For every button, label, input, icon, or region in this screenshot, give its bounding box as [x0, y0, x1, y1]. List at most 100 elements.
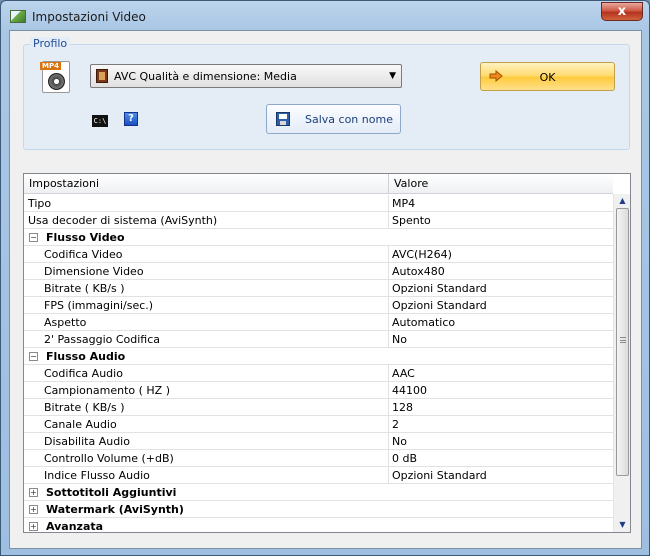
expand-icon[interactable]: + [29, 488, 38, 497]
category-label: Flusso Audio [46, 350, 126, 363]
scroll-up-icon[interactable]: ▲ [614, 194, 630, 208]
column-divider [388, 280, 389, 297]
property-row[interactable]: FPS (immagini/sec.) Opzioni Standard [24, 297, 613, 314]
column-divider [388, 467, 389, 484]
property-name: Codifica Audio [44, 367, 123, 380]
expand-icon[interactable]: + [29, 505, 38, 514]
property-value[interactable]: Automatico [392, 316, 455, 329]
close-button[interactable]: x [601, 2, 643, 21]
property-row[interactable]: Dimensione Video Autox480 [24, 263, 613, 280]
property-name: Bitrate ( KB/s ) [44, 282, 125, 295]
property-name: 2' Passaggio Codifica [44, 333, 161, 346]
property-row[interactable]: Tipo MP4 [24, 195, 613, 212]
title-bar[interactable]: Impostazioni Video x [1, 1, 649, 29]
help-icon[interactable]: ? [124, 112, 138, 126]
property-row[interactable]: Bitrate ( KB/s ) Opzioni Standard [24, 280, 613, 297]
save-as-label: Salva con nome [305, 113, 393, 126]
floppy-disk-icon [276, 112, 290, 126]
scroll-thumb[interactable] [616, 208, 629, 476]
property-value[interactable]: 128 [392, 401, 413, 414]
save-as-button[interactable]: Salva con nome [266, 104, 401, 134]
property-row[interactable]: Aspetto Automatico [24, 314, 613, 331]
mp4-format-icon: MP4 [40, 61, 70, 93]
property-name: Usa decoder di sistema (AviSynth) [28, 214, 218, 227]
category-row[interactable]: + Sottotitoli Aggiuntivi [24, 484, 613, 501]
column-divider [388, 331, 389, 348]
property-value[interactable]: 44100 [392, 384, 427, 397]
column-divider [388, 399, 389, 416]
column-divider [388, 212, 389, 229]
column-divider [388, 365, 389, 382]
property-value[interactable]: Spento [392, 214, 431, 227]
column-divider [388, 195, 389, 212]
property-name: Indice Flusso Audio [44, 469, 150, 482]
property-row[interactable]: Disabilita Audio No [24, 433, 613, 450]
column-divider [388, 416, 389, 433]
property-value[interactable]: Autox480 [392, 265, 445, 278]
property-name: Tipo [28, 197, 52, 210]
property-row[interactable]: Controllo Volume (+dB) 0 dB [24, 450, 613, 467]
property-name: Dimensione Video [44, 265, 144, 278]
property-name: FPS (immagini/sec.) [44, 299, 154, 312]
ok-button-label: OK [539, 71, 556, 84]
collapse-icon[interactable]: − [29, 233, 38, 242]
scroll-down-icon[interactable]: ▼ [614, 518, 630, 532]
profile-group-label: Profilo [30, 37, 71, 50]
column-divider [388, 246, 389, 263]
property-row[interactable]: Campionamento ( HZ ) 44100 [24, 382, 613, 399]
property-name: Campionamento ( HZ ) [44, 384, 170, 397]
property-value[interactable]: Opzioni Standard [392, 469, 487, 482]
property-row[interactable]: Codifica Video AVC(H264) [24, 246, 613, 263]
profile-dropdown[interactable]: AVC Qualità e dimensione: Media ▼ [90, 64, 402, 88]
category-label: Watermark (AviSynth) [46, 503, 184, 516]
property-value[interactable]: Opzioni Standard [392, 299, 487, 312]
property-row[interactable]: Canale Audio 2 [24, 416, 613, 433]
column-divider [388, 450, 389, 467]
grid-header: Impostazioni Valore [24, 174, 613, 194]
header-settings[interactable]: Impostazioni [24, 174, 99, 194]
category-row[interactable]: − Flusso Video [24, 229, 613, 246]
app-icon [10, 10, 26, 23]
property-name: Controllo Volume (+dB) [44, 452, 174, 465]
ok-button[interactable]: OK [480, 62, 615, 91]
property-value[interactable]: No [392, 333, 407, 346]
category-label: Flusso Video [46, 231, 125, 244]
property-row[interactable]: Usa decoder di sistema (AviSynth) Spento [24, 212, 613, 229]
property-value[interactable]: Opzioni Standard [392, 282, 487, 295]
settings-window: Impostazioni Video x Profilo MP4 AVC Qua… [0, 0, 650, 556]
header-value[interactable]: Valore [389, 174, 428, 194]
property-value[interactable]: No [392, 435, 407, 448]
property-name: Canale Audio [44, 418, 117, 431]
grid-rows: Tipo MP4 Usa decoder di sistema (AviSynth)… [24, 195, 613, 533]
category-row[interactable]: + Avanzata [24, 518, 613, 533]
collapse-icon[interactable]: − [29, 352, 38, 361]
property-row[interactable]: 2' Passaggio Codifica No [24, 331, 613, 348]
category-row[interactable]: + Watermark (AviSynth) [24, 501, 613, 518]
property-row[interactable]: Indice Flusso Audio Opzioni Standard [24, 467, 613, 484]
category-row[interactable]: − Flusso Audio [24, 348, 613, 365]
chevron-down-icon[interactable]: ▼ [389, 71, 396, 81]
property-value[interactable]: MP4 [392, 197, 415, 210]
property-value[interactable]: 2 [392, 418, 399, 431]
settings-grid[interactable]: Impostazioni Valore Tipo MP4 Usa decoder d… [23, 173, 631, 533]
property-value[interactable]: AAC [392, 367, 415, 380]
property-row[interactable]: Codifica Audio AAC [24, 365, 613, 382]
profile-dropdown-value: AVC Qualità e dimensione: Media [114, 70, 297, 83]
column-divider [388, 433, 389, 450]
film-icon [96, 69, 108, 83]
category-label: Avanzata [46, 520, 104, 533]
column-divider [388, 263, 389, 280]
command-prompt-icon[interactable]: C:\ [92, 115, 108, 127]
property-value[interactable]: AVC(H264) [392, 248, 452, 261]
property-name: Disabilita Audio [44, 435, 130, 448]
property-value[interactable]: 0 dB [392, 452, 417, 465]
vertical-scrollbar[interactable]: ▲ ▼ [613, 194, 630, 532]
grip-icon [620, 337, 626, 343]
dialog-client: Profilo MP4 AVC Qualità e dimensione: Me… [9, 30, 642, 549]
profile-group: Profilo MP4 AVC Qualità e dimensione: Me… [23, 37, 630, 150]
film-reel-icon [48, 73, 65, 90]
column-divider [388, 382, 389, 399]
property-row[interactable]: Bitrate ( KB/s ) 128 [24, 399, 613, 416]
column-divider [388, 314, 389, 331]
expand-icon[interactable]: + [29, 522, 38, 531]
